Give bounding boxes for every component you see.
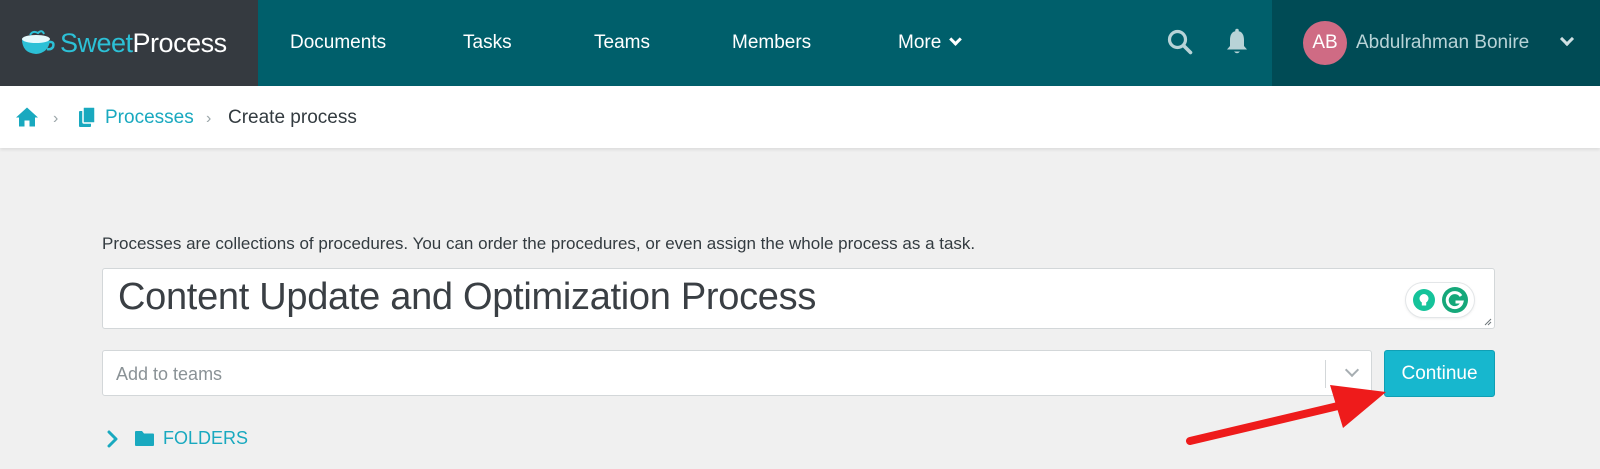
search-icon[interactable] <box>1167 28 1193 56</box>
chevron-right-icon <box>107 430 118 447</box>
chevron-down-icon[interactable] <box>1344 362 1360 378</box>
user-menu[interactable]: AB Abdulrahman Bonire <box>1272 0 1600 86</box>
resize-handle-icon[interactable] <box>1484 318 1492 326</box>
chevron-right-icon: › <box>206 110 212 127</box>
bell-icon[interactable] <box>1225 28 1249 56</box>
teams-placeholder: Add to teams <box>116 364 223 384</box>
documents-icon <box>79 106 96 127</box>
chevron-down-icon <box>1559 31 1575 47</box>
avatar: AB <box>1303 21 1347 65</box>
nav-documents[interactable]: Documents <box>290 32 386 54</box>
add-to-teams-select[interactable]: Add to teams <box>102 350 1372 396</box>
brand-logo[interactable]: SweetProcess <box>0 0 258 86</box>
folder-icon <box>135 431 154 446</box>
home-icon[interactable] <box>15 106 39 128</box>
process-title-value: Content Update and Optimization Process <box>118 276 817 318</box>
top-navbar: SweetProcess Documents Tasks Teams Membe… <box>0 0 1600 86</box>
nav-more-label: More <box>898 32 942 53</box>
nav-teams[interactable]: Teams <box>594 32 650 54</box>
nav-tasks[interactable]: Tasks <box>463 32 512 54</box>
brand-sweet: Sweet <box>60 27 133 58</box>
page-description: Processes are collections of procedures.… <box>102 234 976 253</box>
chevron-down-icon <box>949 33 963 46</box>
chevron-right-icon: › <box>53 110 59 127</box>
breadcrumb-current: Create process <box>228 107 357 128</box>
folders-toggle[interactable]: FOLDERS <box>106 428 248 449</box>
brand-process: Process <box>132 27 228 58</box>
lightbulb-icon <box>1413 289 1435 311</box>
select-divider <box>1325 360 1326 388</box>
process-title-input[interactable]: Content Update and Optimization Process <box>102 268 1495 329</box>
breadcrumb-processes-link[interactable]: Processes <box>105 107 194 129</box>
folders-label: FOLDERS <box>163 428 249 448</box>
sweetprocess-logo-icon <box>22 30 55 54</box>
nav-members[interactable]: Members <box>732 32 811 54</box>
grammarly-widget[interactable] <box>1406 283 1474 317</box>
continue-button[interactable]: Continue <box>1384 350 1495 397</box>
grammarly-icon <box>1442 287 1468 313</box>
user-name: Abdulrahman Bonire <box>1356 32 1530 53</box>
nav-more[interactable]: More <box>898 32 963 54</box>
